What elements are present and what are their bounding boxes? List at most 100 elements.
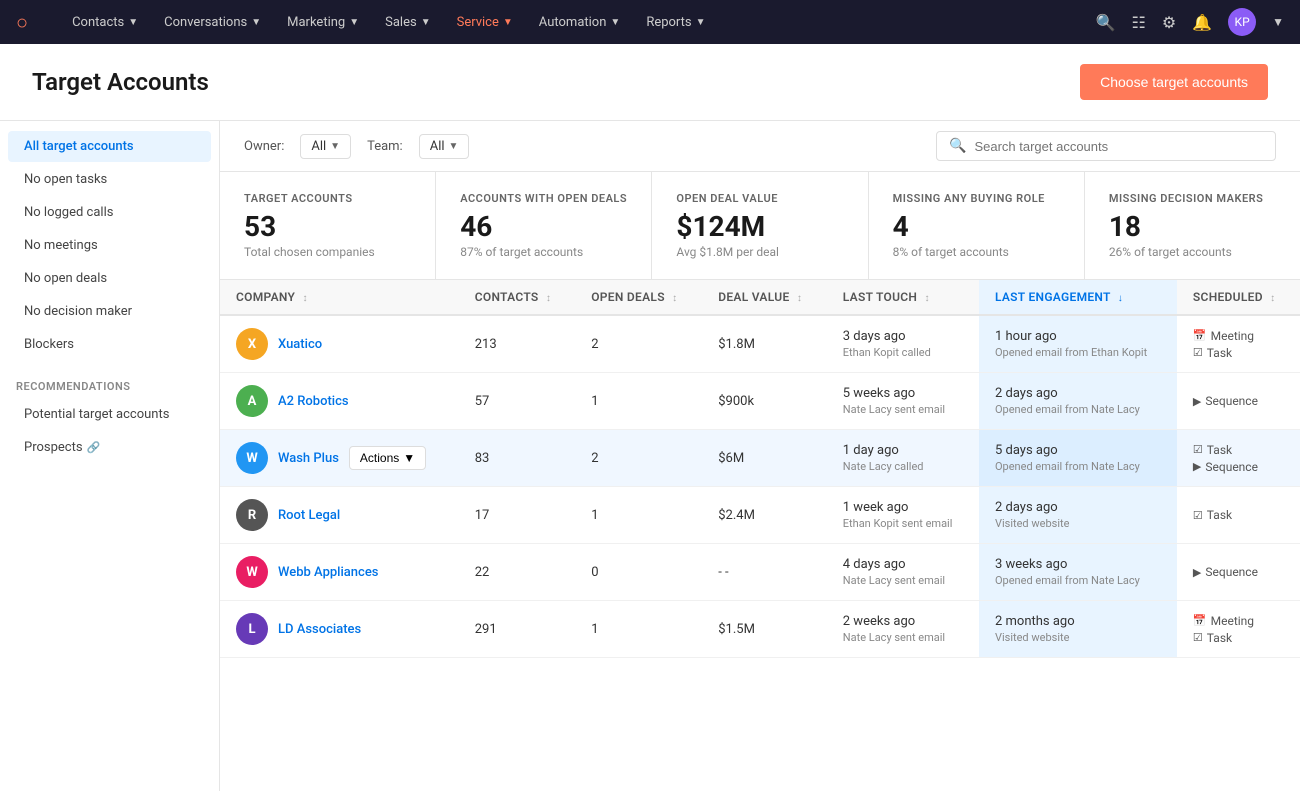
owner-select[interactable]: All ▼ <box>300 134 351 159</box>
filter-group: Owner: All ▼ Team: All ▼ <box>244 134 469 159</box>
company-name[interactable]: Xuatico <box>278 337 322 352</box>
stat-deal-value-label: OPEN DEAL VALUE <box>676 192 843 205</box>
contacts-cell: 213 <box>459 315 575 373</box>
stat-buying-role: MISSING ANY BUYING ROLE 4 8% of target a… <box>869 172 1085 279</box>
scheduled-cell: ▶ Sequence <box>1177 544 1300 601</box>
stat-decision-makers-value: 18 <box>1109 213 1276 241</box>
company-cell: L LD Associates <box>220 601 459 658</box>
page-header: Target Accounts Choose target accounts <box>0 44 1300 121</box>
sort-contacts-icon: ↕ <box>546 293 551 304</box>
contacts-cell: 17 <box>459 487 575 544</box>
table-row: L LD Associates 291 1 $1.5M 2 weeks ago … <box>220 601 1300 658</box>
search-icon[interactable]: 🔍 <box>1096 13 1116 32</box>
col-scheduled[interactable]: SCHEDULED ↕ <box>1177 280 1300 315</box>
sequence-icon: ▶ <box>1193 460 1201 473</box>
task-icon: ☑ <box>1193 631 1203 644</box>
deal-value-cell: $1.8M <box>702 315 827 373</box>
stat-decision-makers: MISSING DECISION MAKERS 18 26% of target… <box>1085 172 1300 279</box>
avatar[interactable]: KP <box>1228 8 1256 36</box>
stat-open-deals: ACCOUNTS WITH OPEN DEALS 46 87% of targe… <box>436 172 652 279</box>
meeting-icon: 📅 <box>1193 614 1207 627</box>
sidebar-item-no-logged-calls[interactable]: No logged calls <box>8 197 211 228</box>
company-name[interactable]: Wash Plus <box>278 451 339 466</box>
open-deals-cell: 1 <box>575 487 702 544</box>
marketplace-icon[interactable]: ☷ <box>1132 13 1146 32</box>
deal-value-cell: $900k <box>702 373 827 430</box>
sidebar-item-potential-target-accounts[interactable]: Potential target accounts <box>8 399 211 430</box>
team-value: All <box>430 139 445 154</box>
company-avatar: W <box>236 556 268 588</box>
stat-deal-value-sub: Avg $1.8M per deal <box>676 245 843 259</box>
sort-company-icon: ↕ <box>302 293 307 304</box>
account-caret-icon[interactable]: ▼ <box>1272 15 1284 29</box>
nav-sales[interactable]: Sales ▼ <box>373 9 442 36</box>
company-name[interactable]: LD Associates <box>278 622 361 637</box>
deal-value-cell: $1.5M <box>702 601 827 658</box>
company-cell: W Webb Appliances <box>220 544 459 601</box>
contacts-cell: 57 <box>459 373 575 430</box>
last-engagement-cell: 5 days ago Opened email from Nate Lacy <box>979 430 1177 487</box>
col-contacts[interactable]: CONTACTS ↕ <box>459 280 575 315</box>
col-last-touch[interactable]: LAST TOUCH ↕ <box>827 280 979 315</box>
task-badge: ☑ Task <box>1193 443 1284 457</box>
nav-reports[interactable]: Reports ▼ <box>634 9 717 36</box>
owner-caret-icon: ▼ <box>330 141 340 152</box>
col-deal-value[interactable]: DEAL VALUE ↕ <box>702 280 827 315</box>
scheduled-cell: 📅 Meeting ☑ Task <box>1177 315 1300 373</box>
sidebar-item-no-meetings[interactable]: No meetings <box>8 230 211 261</box>
task-icon: ☑ <box>1193 346 1203 359</box>
last-touch-cell: 2 weeks ago Nate Lacy sent email <box>827 601 979 658</box>
stat-buying-role-value: 4 <box>893 213 1060 241</box>
sidebar-item-no-open-deals[interactable]: No open deals <box>8 263 211 294</box>
open-deals-cell: 1 <box>575 373 702 430</box>
actions-button[interactable]: Actions ▼ <box>349 446 426 470</box>
table-row: W Webb Appliances 22 0 - - 4 days ago Na… <box>220 544 1300 601</box>
last-touch-cell: 1 day ago Nate Lacy called <box>827 430 979 487</box>
sequence-badge: ▶ Sequence <box>1193 394 1284 408</box>
sidebar-item-no-decision-maker[interactable]: No decision maker <box>8 296 211 327</box>
sidebar-item-no-open-tasks[interactable]: No open tasks <box>8 164 211 195</box>
nav-service[interactable]: Service ▼ <box>445 9 525 36</box>
choose-target-accounts-button[interactable]: Choose target accounts <box>1080 64 1268 100</box>
col-company[interactable]: COMPANY ↕ <box>220 280 459 315</box>
nav-marketing[interactable]: Marketing ▼ <box>275 9 371 36</box>
sort-last-touch-icon: ↕ <box>924 293 929 304</box>
sidebar-item-prospects[interactable]: Prospects 🔗 <box>8 432 211 463</box>
sequence-badge: ▶ Sequence <box>1193 460 1284 474</box>
notifications-icon[interactable]: 🔔 <box>1192 13 1212 32</box>
search-input[interactable] <box>974 139 1263 154</box>
last-touch-cell: 1 week ago Ethan Kopit sent email <box>827 487 979 544</box>
table-row: R Root Legal 17 1 $2.4M 1 week ago Ethan… <box>220 487 1300 544</box>
team-label: Team: <box>367 139 403 154</box>
task-badge: ☑ Task <box>1193 508 1284 522</box>
table-header-row: COMPANY ↕ CONTACTS ↕ OPEN DEALS ↕ DEAL V… <box>220 280 1300 315</box>
nav-automation[interactable]: Automation ▼ <box>527 9 633 36</box>
company-name[interactable]: Webb Appliances <box>278 565 379 580</box>
last-engagement-cell: 1 hour ago Opened email from Ethan Kopit <box>979 315 1177 373</box>
table-wrap: COMPANY ↕ CONTACTS ↕ OPEN DEALS ↕ DEAL V… <box>220 280 1300 791</box>
nav-contacts[interactable]: Contacts ▼ <box>60 9 150 36</box>
stat-target-accounts-label: TARGET ACCOUNTS <box>244 192 411 205</box>
sidebar-item-blockers[interactable]: Blockers <box>8 329 211 360</box>
company-name[interactable]: A2 Robotics <box>278 394 349 409</box>
settings-icon[interactable]: ⚙ <box>1162 13 1176 32</box>
nav-conversations[interactable]: Conversations ▼ <box>152 9 273 36</box>
sort-deal-value-icon: ↕ <box>797 293 802 304</box>
col-last-engagement[interactable]: LAST ENGAGEMENT ↓ <box>979 280 1177 315</box>
last-engagement-cell: 2 days ago Visited website <box>979 487 1177 544</box>
topnav: ○ Contacts ▼ Conversations ▼ Marketing ▼… <box>0 0 1300 44</box>
open-deals-cell: 2 <box>575 315 702 373</box>
company-name[interactable]: Root Legal <box>278 508 340 523</box>
stat-deal-value-value: $124M <box>676 213 843 241</box>
company-avatar: R <box>236 499 268 531</box>
task-icon: ☑ <box>1193 443 1203 456</box>
sequence-icon: ▶ <box>1193 395 1201 408</box>
table-row: X Xuatico 213 2 $1.8M 3 days ago Ethan K… <box>220 315 1300 373</box>
accounts-table: COMPANY ↕ CONTACTS ↕ OPEN DEALS ↕ DEAL V… <box>220 280 1300 658</box>
team-select[interactable]: All ▼ <box>419 134 470 159</box>
col-open-deals[interactable]: OPEN DEALS ↕ <box>575 280 702 315</box>
scheduled-cell: 📅 Meeting ☑ Task <box>1177 601 1300 658</box>
sidebar-item-all-target-accounts[interactable]: All target accounts <box>8 131 211 162</box>
page-container: Target Accounts Choose target accounts A… <box>0 44 1300 791</box>
nav-links: Contacts ▼ Conversations ▼ Marketing ▼ S… <box>60 9 1071 36</box>
